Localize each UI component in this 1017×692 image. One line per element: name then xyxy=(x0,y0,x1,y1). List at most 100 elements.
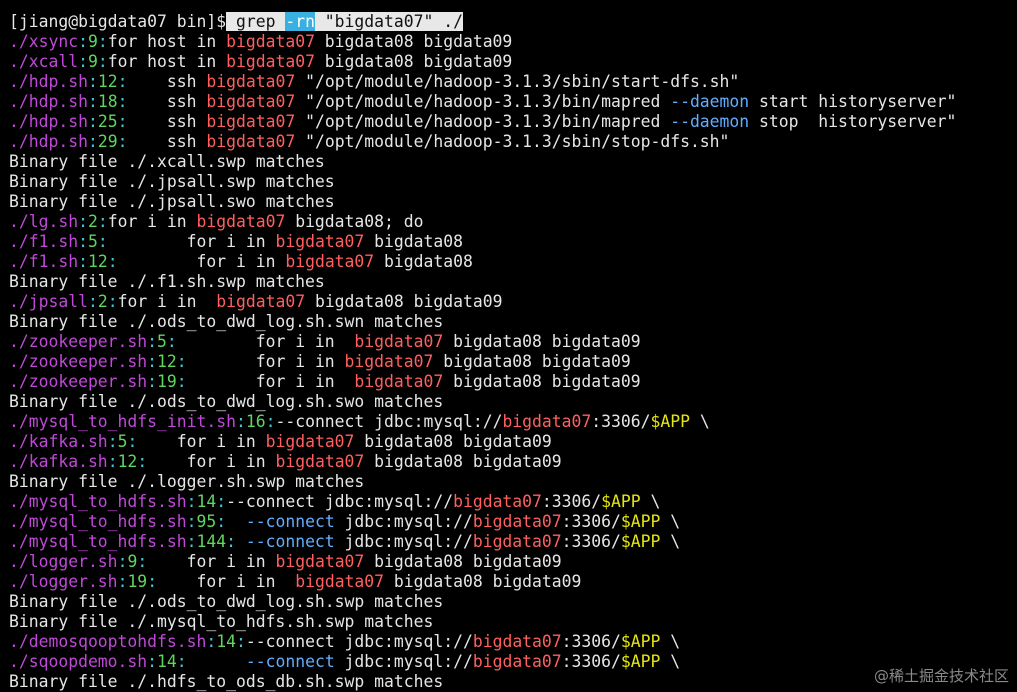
separator: : xyxy=(236,632,246,651)
line-number: 14 xyxy=(216,632,236,651)
terminal-line: Binary file ./.f1.sh.swp matches xyxy=(9,272,1017,292)
file-path: ./xcall xyxy=(9,52,79,71)
terminal-output[interactable]: [jiang@bigdata07 bin]$ grep -rn "bigdata… xyxy=(9,0,1017,692)
separator: : xyxy=(117,572,128,591)
terminal-line: ./zookeeper.sh:12: for i in bigdata07 bi… xyxy=(9,352,1017,372)
file-path: ./mysql_to_hdfs_init.sh xyxy=(9,412,236,431)
separator: : xyxy=(235,412,246,431)
terminal-line: ./mysql_to_hdfs.sh:144: --connect jdbc:m… xyxy=(9,532,1017,552)
output-text: :3306/ xyxy=(541,492,602,511)
shell-prompt: [jiang@bigdata07 bin]$ xyxy=(9,12,227,31)
output-text: \ xyxy=(660,512,681,531)
terminal-line: ./lg.sh:2:for i in bigdata07 bigdata08; … xyxy=(9,212,1017,232)
option-text: --connect xyxy=(245,652,335,671)
separator: : xyxy=(176,372,187,391)
separator: : xyxy=(117,72,128,91)
output-text: "/opt/module/hadoop-3.1.3/sbin/start-dfs… xyxy=(295,72,740,91)
file-path: ./logger.sh xyxy=(9,572,118,591)
line-number: 2 xyxy=(97,292,108,311)
match-highlight: bigdata07 xyxy=(344,352,434,371)
output-text: for i in xyxy=(137,432,266,451)
output-text: \ xyxy=(660,532,681,551)
output-text: Binary file ./.xcall.swp matches xyxy=(9,152,325,171)
terminal-line: Binary file ./.xcall.swp matches xyxy=(9,152,1017,172)
output-text: Binary file ./.f1.sh.swp matches xyxy=(9,272,325,291)
file-path: ./jpsall xyxy=(9,292,88,311)
env-variable: $APP xyxy=(620,512,661,531)
output-text: Binary file ./.ods_to_dwd_log.sh.swn mat… xyxy=(9,312,444,331)
output-text: Binary file ./.hdfs_to_ods_db.sh.swp mat… xyxy=(9,672,444,691)
option-text: --connect xyxy=(245,532,335,551)
line-number: 29 xyxy=(97,132,118,151)
separator: : xyxy=(147,372,158,391)
separator: : xyxy=(87,92,98,111)
match-highlight: bigdata07 xyxy=(453,492,542,511)
file-path: ./zookeeper.sh xyxy=(9,352,148,371)
output-text: bigdata08 xyxy=(374,252,473,271)
terminal-line: ./mysql_to_hdfs.sh:14:--connect jdbc:mys… xyxy=(9,492,1017,512)
separator: : xyxy=(117,112,128,131)
terminal-line: ./hdp.sh:29: ssh bigdata07 "/opt/module/… xyxy=(9,132,1017,152)
match-highlight: bigdata07 xyxy=(354,372,444,391)
line-number: 19 xyxy=(157,372,177,391)
separator: : xyxy=(186,532,197,551)
separator: : xyxy=(87,112,98,131)
output-text: Binary file ./.ods_to_dwd_log.sh.swp mat… xyxy=(9,592,444,611)
file-path: ./sqoopdemo.sh xyxy=(9,652,148,671)
separator: : xyxy=(166,332,177,351)
match-highlight: bigdata07 xyxy=(354,332,444,351)
output-text: jdbc:mysql:// xyxy=(334,512,473,531)
output-text: ssh xyxy=(127,92,207,111)
terminal-line: Binary file ./.ods_to_dwd_log.sh.swn mat… xyxy=(9,312,1017,332)
line-number: 2 xyxy=(87,212,98,231)
separator: : xyxy=(147,572,158,591)
separator: : xyxy=(107,432,118,451)
terminal-line: Binary file ./.ods_to_dwd_log.sh.swp mat… xyxy=(9,592,1017,612)
line-number: 12 xyxy=(157,352,177,371)
output-text: Binary file ./.ods_to_dwd_log.sh.swo mat… xyxy=(9,392,444,411)
output-text: --connect jdbc:mysql:// xyxy=(226,492,454,511)
separator: : xyxy=(87,132,98,151)
output-text: for i in xyxy=(147,452,276,471)
terminal-line: ./demosqooptohdfs.sh:14:--connect jdbc:m… xyxy=(9,632,1017,652)
match-highlight: bigdata07 xyxy=(265,432,355,451)
separator: : xyxy=(107,452,118,471)
file-path: ./mysql_to_hdfs.sh xyxy=(9,492,187,511)
terminal-line: ./mysql_to_hdfs.sh:95: --connect jdbc:my… xyxy=(9,512,1017,532)
separator: : xyxy=(206,632,217,651)
watermark-text: @稀土掘金技术社区 xyxy=(873,667,1009,685)
terminal-line: Binary file ./.jpsall.swp matches xyxy=(9,172,1017,192)
match-highlight: bigdata07 xyxy=(196,212,286,231)
separator: : xyxy=(97,212,108,231)
output-text: for i in xyxy=(186,352,345,371)
match-highlight: bigdata07 xyxy=(275,452,365,471)
separator: : xyxy=(117,132,128,151)
output-text: :3306/ xyxy=(561,632,621,651)
match-highlight: bigdata07 xyxy=(206,72,296,91)
output-text: start historyserver" xyxy=(749,92,957,111)
terminal-line: ./logger.sh:9: for i in bigdata07 bigdat… xyxy=(9,552,1017,572)
file-path: ./logger.sh xyxy=(9,552,118,571)
file-path: ./xsync xyxy=(9,32,79,51)
terminal-window[interactable]: [jiang@bigdata07 bin]$ grep -rn "bigdata… xyxy=(0,0,1017,692)
terminal-line: ./logger.sh:19: for i in bigdata07 bigda… xyxy=(9,572,1017,592)
output-text: :3306/ xyxy=(561,532,621,551)
match-highlight: bigdata07 xyxy=(216,292,306,311)
separator: : xyxy=(78,252,88,271)
file-path: ./f1.sh xyxy=(9,232,79,251)
separator: : xyxy=(107,252,118,271)
output-text: \ xyxy=(660,632,681,651)
option-text: --daemon xyxy=(670,92,750,111)
terminal-line: ./hdp.sh:25: ssh bigdata07 "/opt/module/… xyxy=(9,112,1017,132)
env-variable: $APP xyxy=(650,412,690,431)
line-number: 18 xyxy=(97,92,118,111)
terminal-line: Binary file ./.hdfs_to_ods_db.sh.swp mat… xyxy=(9,672,1017,692)
output-text: bigdata08 xyxy=(364,232,463,251)
output-text: stop historyserver" xyxy=(749,112,957,131)
output-text: :3306/ xyxy=(561,512,621,531)
output-text: Binary file ./.jpsall.swp matches xyxy=(9,172,335,191)
file-path: ./lg.sh xyxy=(9,212,79,231)
match-highlight: bigdata07 xyxy=(206,112,296,131)
